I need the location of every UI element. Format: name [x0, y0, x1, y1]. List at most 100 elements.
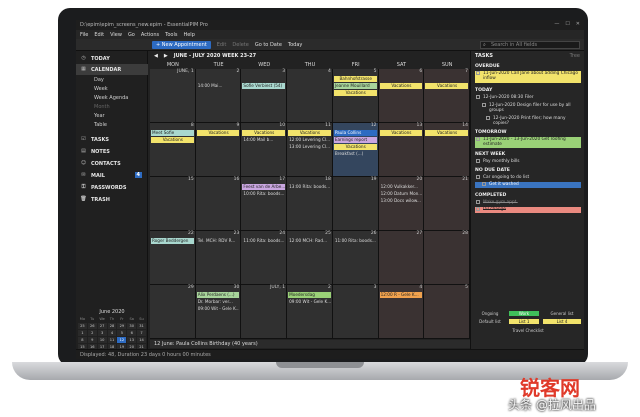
checkbox[interactable]	[476, 71, 480, 75]
view-table[interactable]: Table	[94, 122, 107, 128]
checkbox[interactable]	[482, 182, 486, 186]
menu-help[interactable]: Help	[183, 32, 194, 38]
day-cell[interactable]: 21	[424, 177, 470, 231]
sidebar-item-contacts[interactable]: ☺ CONTACTS	[76, 158, 148, 169]
day-cell[interactable]: 30 Alix Perdaens (...) Dr. Morbar: ver... 0…	[195, 285, 242, 339]
calendar-event[interactable]: Vacations	[333, 144, 377, 150]
search-input[interactable]: ⌕ Search in All fields	[480, 41, 580, 49]
sidebar-item-today[interactable]: ◷ TODAY	[76, 53, 148, 64]
day-cell[interactable]: 16	[195, 177, 242, 231]
sidebar-item-mail[interactable]: ✉ MAIL 4	[76, 170, 148, 181]
day-cell[interactable]: 28	[424, 231, 470, 285]
day-cell[interactable]: 6 Vacations	[378, 69, 425, 123]
prev-arrow-icon[interactable]: ◀	[154, 53, 158, 59]
day-cell[interactable]: 14 Vacations	[424, 123, 470, 177]
calendar-event[interactable]: Vacations	[242, 130, 286, 136]
checkbox[interactable]	[476, 95, 480, 99]
tab-travel-checklist[interactable]: Travel Checklist	[475, 328, 581, 333]
calendar-event[interactable]: Vacations	[151, 137, 194, 143]
calendar-event[interactable]: 14:00 Mail b...	[242, 137, 285, 143]
view-year[interactable]: Year	[94, 113, 105, 119]
checkbox[interactable]	[486, 116, 490, 120]
task-item[interactable]: Pay monthly bills	[475, 159, 581, 164]
calendar-event[interactable]: Vacations	[425, 130, 468, 136]
checkbox[interactable]	[476, 137, 480, 141]
day-cell[interactable]: 11 Vacations 12:00 Levering Cl... 13:00 Lev…	[287, 123, 333, 177]
day-cell[interactable]: 2 Moedersdag 09:00 Wit - Gele K...	[287, 285, 333, 339]
calendar-event[interactable]: Vacations	[196, 130, 240, 136]
mini-date[interactable]: 9	[87, 337, 97, 343]
day-cell[interactable]: 7 Vacations	[424, 69, 470, 123]
calendar-event[interactable]: Vacations	[333, 90, 377, 96]
task-item[interactable]: Car ongoing to do list	[475, 175, 581, 180]
calendar-event[interactable]: Vacations	[379, 83, 423, 89]
calendar-event[interactable]: Vacations	[288, 130, 331, 136]
day-cell[interactable]: JUNE, 1	[150, 69, 196, 123]
calendar-event[interactable]: 12:00 Vulkakker...	[380, 184, 423, 190]
day-cell[interactable]: 22 Roger Beddergen	[150, 231, 196, 285]
menu-go[interactable]: Go	[128, 32, 135, 38]
day-cell[interactable]: 8 Meet Sofie Vacations	[150, 123, 196, 177]
tree-toggle[interactable]: Tree	[570, 53, 580, 59]
day-cell[interactable]: 12 Paula Collins Earnings report Vacations B…	[332, 123, 379, 177]
day-cell[interactable]: 23 Tel. MCH: RDV R...	[195, 231, 242, 285]
day-cell[interactable]: 4 12:00 R - Gele K...	[378, 285, 425, 339]
sidebar-item-calendar[interactable]: ▦ CALENDAR	[76, 64, 148, 75]
sidebar-item-notes[interactable]: ▤ NOTES	[76, 146, 148, 157]
day-cell[interactable]: 5 Bahnhofstrasse Jeanne Mouillard Vacations	[332, 69, 379, 123]
mini-date[interactable]: 8	[78, 337, 87, 343]
calendar-event[interactable]: Vacations	[425, 83, 468, 89]
sidebar-item-trash[interactable]: 🗑 TRASH	[76, 194, 148, 205]
mini-date[interactable]: 5	[117, 330, 127, 336]
day-cell[interactable]: 2 14:00 Mai...	[195, 69, 242, 123]
view-week[interactable]: Week	[94, 86, 108, 92]
sidebar-item-tasks[interactable]: ☑ TASKS	[76, 134, 148, 145]
day-cell[interactable]: 20 12:00 Vulkakker... 12:00 Datum Mon... 13…	[378, 177, 425, 231]
calendar-event[interactable]: Tel. MCH: RDV R...	[197, 238, 240, 244]
calendar-event[interactable]: 09:00 Wit - Gele K...	[197, 306, 240, 312]
mini-date[interactable]: 14	[137, 337, 146, 343]
checkbox[interactable]	[482, 103, 486, 107]
edit-button[interactable]: Edit	[217, 42, 227, 48]
mini-date[interactable]: 7	[137, 330, 146, 336]
tab-ongoing[interactable]: Ongoing	[475, 311, 505, 316]
mini-date[interactable]: 31	[137, 323, 146, 329]
calendar-event[interactable]: 09:00 Wit - Gele K...	[288, 299, 331, 305]
calendar-event[interactable]: Breakfast (...)	[334, 151, 377, 157]
mini-date[interactable]: 2	[87, 330, 97, 336]
calendar-event[interactable]: 13:00 Docs wilow...	[380, 198, 423, 204]
menu-file[interactable]: File	[80, 32, 88, 38]
delete-button[interactable]: Delete	[232, 42, 248, 48]
mini-date[interactable]: 12	[117, 337, 127, 343]
task-item[interactable]: 12-Jun-2020 08:30 Filer	[475, 95, 581, 100]
checkbox[interactable]	[476, 200, 480, 204]
calendar-event[interactable]: Roger Beddergen	[151, 238, 194, 244]
view-month[interactable]: Month	[94, 104, 110, 110]
calendar-event[interactable]: 10:00 Rita: boods...	[242, 191, 285, 197]
mini-date[interactable]: 25	[78, 323, 87, 329]
mini-date[interactable]: 3	[97, 330, 107, 336]
menu-actions[interactable]: Actions	[141, 32, 159, 38]
task-item[interactable]: Make gym appt.	[475, 200, 581, 205]
calendar-event[interactable]: Meet Sofie	[151, 130, 194, 136]
day-cell[interactable]: 26 11:00 Rita: boods...	[332, 231, 379, 285]
mini-date[interactable]: 1	[78, 330, 87, 336]
checkbox[interactable]	[476, 159, 480, 163]
mini-date[interactable]: 10	[97, 337, 107, 343]
tab-work[interactable]: Work	[509, 311, 539, 316]
calendar-event[interactable]: 13:00 Rita: boods...	[288, 184, 331, 190]
view-week-agenda[interactable]: Week Agenda	[94, 95, 128, 101]
calendar-event[interactable]: Feest van de Arbe...	[242, 184, 286, 190]
calendar-event[interactable]: 11:00 Rita: boods...	[242, 238, 285, 244]
day-cell[interactable]: JULY, 1	[241, 285, 288, 339]
calendar-event[interactable]: 12:00 Levering Cl...	[288, 137, 331, 143]
calendar-event[interactable]: 12:00 R - Gele K...	[379, 292, 423, 298]
tab-general-list[interactable]: General list	[543, 311, 581, 316]
day-cell[interactable]: 24 11:00 Rita: boods...	[241, 231, 288, 285]
next-arrow-icon[interactable]: ▶	[164, 53, 168, 59]
mini-date[interactable]: 6	[127, 330, 137, 336]
maximize-icon[interactable]: ☐	[565, 21, 569, 27]
calendar-event[interactable]: 14:00 Mai...	[197, 83, 240, 89]
day-cell[interactable]: 9 Vacations	[195, 123, 242, 177]
go-to-date-button[interactable]: Go to Date	[255, 42, 282, 48]
